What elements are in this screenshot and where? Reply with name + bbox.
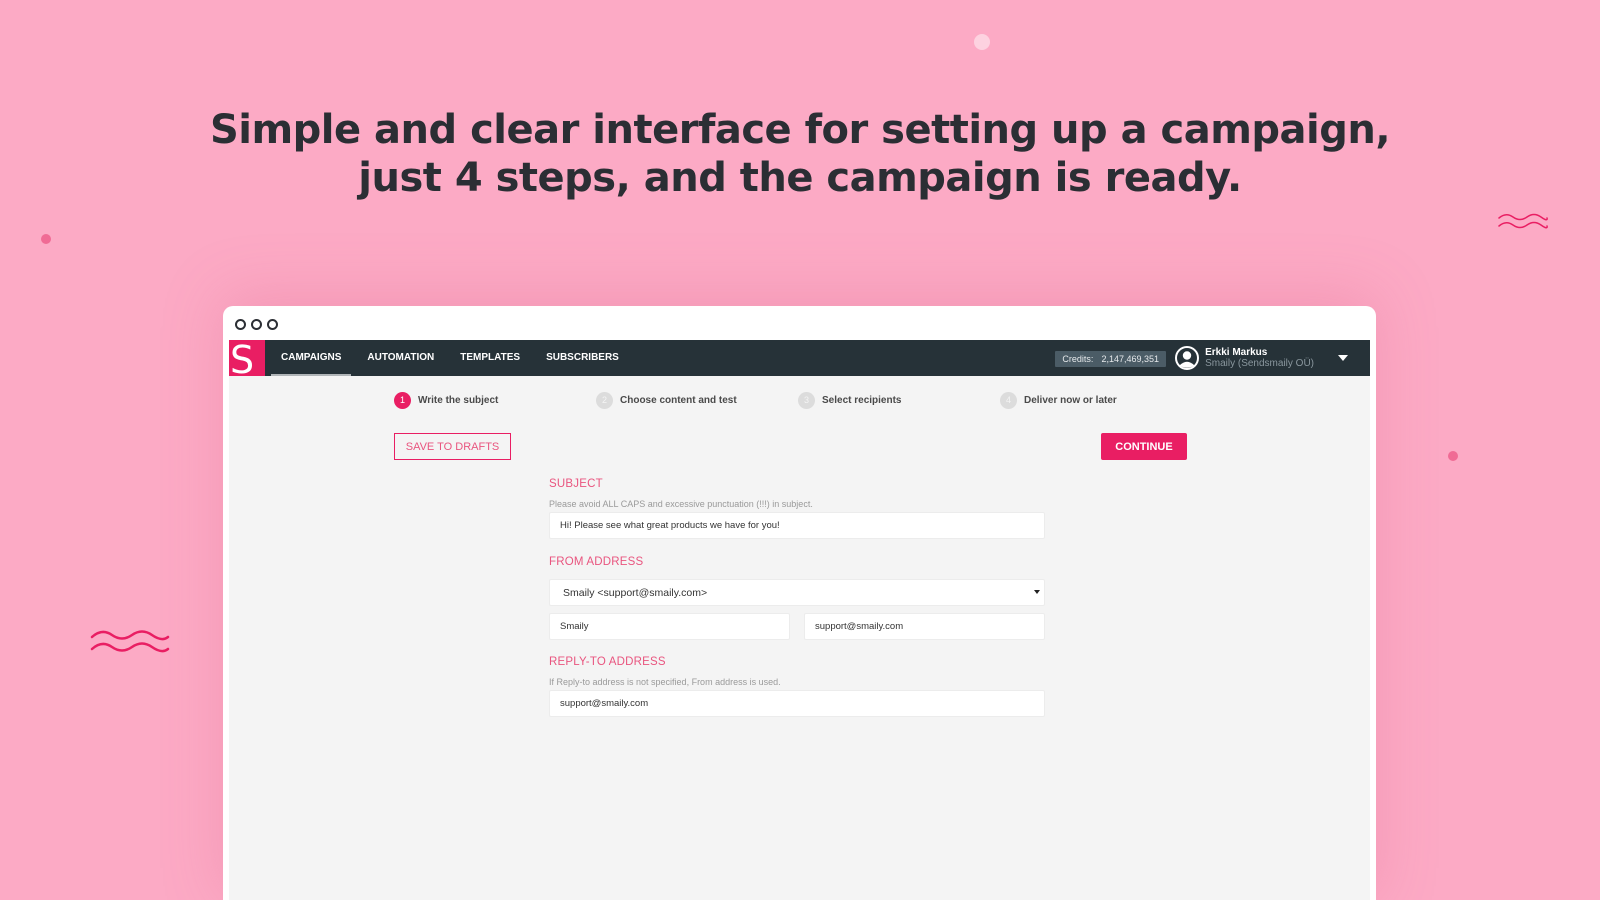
window-minimize-button[interactable]	[251, 319, 262, 330]
campaign-form: SUBJECT Please avoid ALL CAPS and excess…	[549, 478, 1045, 717]
nav-campaigns[interactable]: CAMPAIGNS	[271, 340, 352, 376]
user-name: Erkki Markus	[1205, 347, 1268, 358]
caret-down-icon[interactable]	[1338, 355, 1348, 361]
reply-to-input[interactable]	[549, 690, 1045, 717]
reply-to-title: REPLY-TO ADDRESS	[549, 656, 666, 668]
nav-subscribers[interactable]: SUBSCRIBERS	[536, 340, 629, 376]
decorative-dot	[41, 234, 51, 244]
user-menu[interactable]: Erkki Markus Smaily (Sendsmaily OÜ)	[1175, 346, 1314, 370]
headline-line-1: Simple and clear interface for setting u…	[209, 107, 1391, 153]
from-address-selected: Smaily <support@smaily.com>	[549, 579, 1045, 606]
wave-decoration-icon	[1498, 213, 1548, 229]
smaily-logo[interactable]: S	[229, 340, 265, 376]
nav-automation[interactable]: AUTOMATION	[357, 340, 444, 376]
headline-line-2: just 4 steps, and the campaign is ready.	[358, 155, 1242, 201]
user-organization: Smaily (Sendsmaily OÜ)	[1205, 358, 1314, 369]
browser-window: S CAMPAIGNS AUTOMATION TEMPLATES SUBSCRI…	[223, 306, 1376, 900]
wave-decoration-icon	[90, 630, 170, 653]
window-maximize-button[interactable]	[267, 319, 278, 330]
step-number: 2	[596, 392, 613, 409]
decorative-dot	[1448, 451, 1458, 461]
from-name-input[interactable]	[549, 613, 790, 640]
step-number: 4	[1000, 392, 1017, 409]
step-select-recipients[interactable]: 3 Select recipients	[798, 392, 1000, 409]
step-choose-content[interactable]: 2 Choose content and test	[596, 392, 798, 409]
user-circle-icon	[1175, 346, 1200, 370]
save-to-drafts-button[interactable]: SAVE TO DRAFTS	[394, 433, 511, 460]
step-label: Select recipients	[822, 395, 902, 406]
top-navbar: S CAMPAIGNS AUTOMATION TEMPLATES SUBSCRI…	[229, 340, 1370, 376]
decorative-dot	[974, 34, 990, 50]
dropdown-arrow-icon	[1034, 590, 1040, 594]
nav-templates[interactable]: TEMPLATES	[450, 340, 530, 376]
window-controls	[235, 319, 278, 330]
from-email-input[interactable]	[804, 613, 1045, 640]
campaign-steps: 1 Write the subject 2 Choose content and…	[394, 392, 1202, 409]
step-label: Choose content and test	[620, 395, 737, 406]
app-container: S CAMPAIGNS AUTOMATION TEMPLATES SUBSCRI…	[229, 340, 1370, 900]
subject-hint: Please avoid ALL CAPS and excessive punc…	[549, 499, 813, 509]
from-address-title: FROM ADDRESS	[549, 556, 644, 568]
credits-label: Credits:	[1062, 354, 1094, 364]
step-label: Deliver now or later	[1024, 395, 1117, 406]
subject-input[interactable]	[549, 512, 1045, 539]
window-close-button[interactable]	[235, 319, 246, 330]
step-number: 3	[798, 392, 815, 409]
step-label: Write the subject	[418, 395, 499, 406]
step-number: 1	[394, 392, 411, 409]
user-info: Erkki Markus Smaily (Sendsmaily OÜ)	[1205, 347, 1314, 369]
marketing-headline: Simple and clear interface for setting u…	[0, 106, 1600, 202]
subject-title: SUBJECT	[549, 478, 603, 490]
continue-button[interactable]: CONTINUE	[1101, 433, 1187, 460]
credits-badge: Credits: 2,147,469,351	[1055, 351, 1166, 367]
credits-value: 2,147,469,351	[1101, 354, 1159, 364]
step-write-subject[interactable]: 1 Write the subject	[394, 392, 596, 409]
from-address-select[interactable]: Smaily <support@smaily.com>	[549, 579, 1045, 606]
reply-to-hint: If Reply-to address is not specified, Fr…	[549, 677, 781, 687]
step-deliver[interactable]: 4 Deliver now or later	[1000, 392, 1202, 409]
